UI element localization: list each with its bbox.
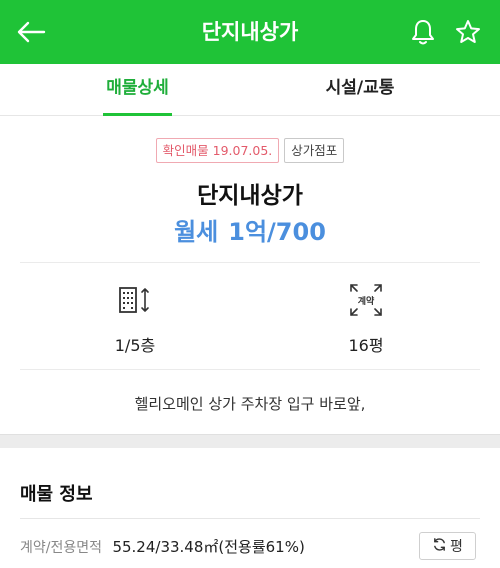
price-value: 1억/700 bbox=[228, 218, 326, 246]
unit-label: 평 bbox=[450, 539, 463, 555]
area-info-row: 계약/전용면적 55.24/33.48㎡(전용률61%) bbox=[20, 536, 305, 557]
area-key: 계약/전용면적 bbox=[20, 540, 102, 556]
area-stat: 계약 16평 bbox=[306, 282, 426, 356]
tab-label: 매물상세 bbox=[106, 78, 169, 98]
svg-text:계약: 계약 bbox=[358, 295, 375, 307]
unit-toggle-button[interactable]: 평 bbox=[419, 532, 476, 560]
building-floors-icon bbox=[75, 282, 195, 318]
floor-value: 1/5층 bbox=[114, 336, 156, 355]
price-label: 월세 bbox=[174, 218, 219, 246]
tab-listing-detail[interactable]: 매물상세 bbox=[103, 64, 172, 116]
area-detail-value: 55.24/33.48㎡(전용률61%) bbox=[112, 538, 305, 556]
bell-icon[interactable] bbox=[408, 17, 438, 47]
confirmed-listing-badge: 확인매물 19.07.05. bbox=[155, 138, 280, 163]
divider bbox=[20, 262, 480, 263]
refresh-icon bbox=[432, 537, 447, 556]
price: 월세 1억/700 bbox=[0, 212, 500, 247]
section-title: 매물 정보 bbox=[20, 484, 93, 505]
floor-stat: 1/5층 bbox=[75, 282, 195, 356]
property-type-badge: 상가점포 bbox=[284, 138, 345, 163]
arrow-left-icon[interactable] bbox=[14, 16, 48, 48]
badge-row: 확인매물 19.07.05. 상가점포 bbox=[0, 138, 500, 163]
tab-bar: 매물상세 시설/교통 bbox=[0, 64, 500, 116]
active-tab-indicator bbox=[103, 113, 172, 116]
app-header: 단지내상가 bbox=[0, 0, 500, 64]
contract-area-icon: 계약 bbox=[306, 282, 426, 318]
divider bbox=[20, 369, 480, 370]
star-icon[interactable] bbox=[453, 17, 483, 47]
area-value: 16평 bbox=[348, 336, 384, 355]
listing-description: 헬리오메인 상가 주차장 입구 바로앞, bbox=[134, 395, 366, 413]
divider bbox=[20, 518, 480, 519]
tab-label: 시설/교통 bbox=[325, 78, 395, 98]
tab-facilities-transport[interactable]: 시설/교통 bbox=[320, 64, 400, 116]
section-separator bbox=[0, 434, 500, 448]
property-name: 단지내상가 bbox=[197, 183, 303, 209]
